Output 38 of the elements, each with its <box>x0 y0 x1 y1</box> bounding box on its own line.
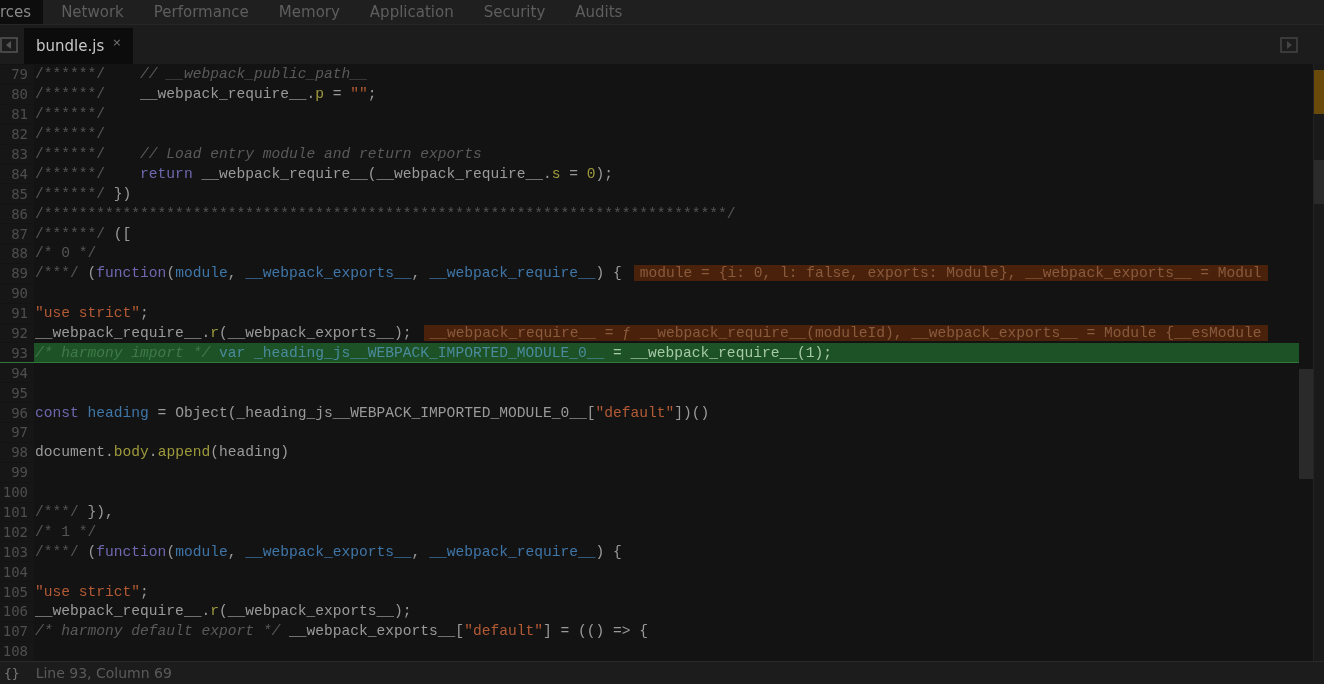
code-line: /* 1 */ <box>34 523 97 540</box>
line-number: 93 <box>0 343 34 363</box>
panel-tab[interactable]: Performance <box>141 0 261 24</box>
panel-tab[interactable]: rces <box>0 0 44 24</box>
panel-tab[interactable]: Memory <box>266 0 352 24</box>
code-line: /* 0 */ <box>34 245 97 262</box>
code-line: const heading = Object(_heading_js__WEBPACK_IMPORTED_MODULE_0__["default"])() <box>34 404 710 421</box>
sidebar-toggle-icon[interactable] <box>0 35 18 54</box>
code-line: /******/ <box>34 126 106 143</box>
inline-value: module = {i: 0, l: false, exports: Module}, __webpack_exports__ = Modul <box>633 265 1268 282</box>
code-line: "use strict"; <box>34 583 149 600</box>
cursor-position: Line 93, Column 69 <box>35 665 172 681</box>
code-line: /******/ __webpack_require__.p = ""; <box>34 86 377 103</box>
panel-tab[interactable]: Application <box>357 0 466 24</box>
inline-value: __webpack_require__ = ƒ __webpack_require__(moduleId), __webpack_exports__ = Module {__esModule <box>423 325 1268 341</box>
code-line: document.body.append(heading) <box>34 444 289 461</box>
code-line: /******/ }) <box>34 185 132 202</box>
panel-tab[interactable]: Network <box>49 0 136 24</box>
code-line: __webpack_require__.r(__webpack_exports__); <box>34 325 412 341</box>
code-line: "use strict"; <box>34 305 149 322</box>
sidebar-toggle-icon[interactable] <box>1280 35 1298 54</box>
pretty-print-button[interactable]: {} <box>4 665 20 681</box>
code-line: __webpack_require__.r(__webpack_exports__); <box>34 603 412 620</box>
code-line: /***/ (function(module, __webpack_exports__, __webpack_require__) { <box>34 543 622 560</box>
close-icon[interactable]: × <box>112 36 122 49</box>
code-line: /* harmony default export */ __webpack_exports__["default"] = (() => { <box>34 623 649 640</box>
code-line: /******/ return __webpack_require__(__webpack_require__.s = 0); <box>34 165 614 182</box>
overview-marker <box>1314 70 1324 114</box>
panel-tab[interactable]: Audits <box>563 0 635 24</box>
code-line: /******/ // Load entry module and return exports <box>34 146 482 162</box>
code-line: /******/ <box>34 106 106 123</box>
file-tab[interactable]: bundle.js × <box>24 28 134 64</box>
code-line: /******************************************************************************/ <box>34 205 736 222</box>
code-line: /***/ (function(module, __webpack_exports__, __webpack_require__) { <box>34 265 622 282</box>
code-line: /******/ // __webpack_public_path__ <box>34 66 368 83</box>
code-line: /***/ }), <box>34 504 114 521</box>
code-line: /******/ ([ <box>34 225 132 242</box>
panel-tab[interactable]: Security <box>471 0 558 24</box>
